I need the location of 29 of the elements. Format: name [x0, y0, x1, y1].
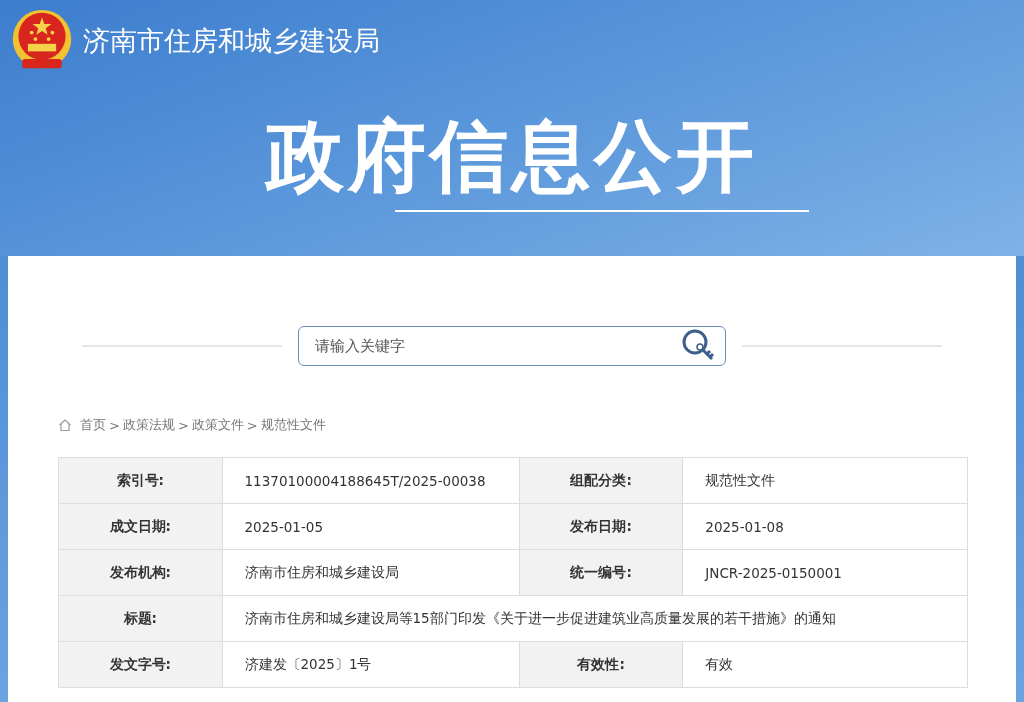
field-label: 组配分类: — [519, 457, 683, 504]
breadcrumb-separator: > — [109, 417, 120, 433]
breadcrumb-separator: > — [177, 417, 189, 433]
field-value: JNCR-2025-0150001 — [682, 549, 968, 596]
breadcrumb-link[interactable]: 规范性文件 — [260, 416, 326, 434]
breadcrumb-separator: > — [246, 417, 258, 433]
banner-title: 政府信息公开 — [263, 110, 759, 203]
agency-name: 济南市住房和城乡建设局 — [83, 24, 380, 58]
breadcrumb-link[interactable]: 政策法规 — [122, 416, 175, 434]
field-value: 济建发〔2025〕1号 — [222, 641, 520, 688]
field-value: 济南市住房和城乡建设局等15部门印发《关于进一步促进建筑业高质量发展的若干措施》的通知 — [222, 595, 968, 642]
field-label: 标题: — [58, 595, 223, 642]
field-label: 有效性: — [519, 641, 683, 688]
breadcrumb-link[interactable]: 政策文件 — [191, 416, 244, 434]
field-value: 有效 — [682, 641, 968, 688]
home-icon[interactable] — [58, 418, 72, 432]
field-label: 统一编号: — [519, 549, 683, 596]
field-value: 2025-01-05 — [222, 503, 520, 550]
field-value: 11370100004188645T/2025-00038 — [222, 457, 520, 504]
field-label: 发布日期: — [519, 503, 683, 550]
field-label: 索引号: — [58, 457, 223, 504]
field-label: 发布机构: — [58, 549, 223, 596]
breadcrumb-link[interactable]: 首页 — [80, 416, 106, 434]
field-value: 济南市住房和城乡建设局 — [222, 549, 520, 596]
field-value: 规范性文件 — [682, 457, 968, 504]
field-label: 成文日期: — [58, 503, 223, 550]
search-field[interactable]: 请输入关键字 — [298, 326, 726, 366]
field-value: 2025-01-08 — [682, 503, 968, 550]
field-label: 发文字号: — [58, 641, 223, 688]
